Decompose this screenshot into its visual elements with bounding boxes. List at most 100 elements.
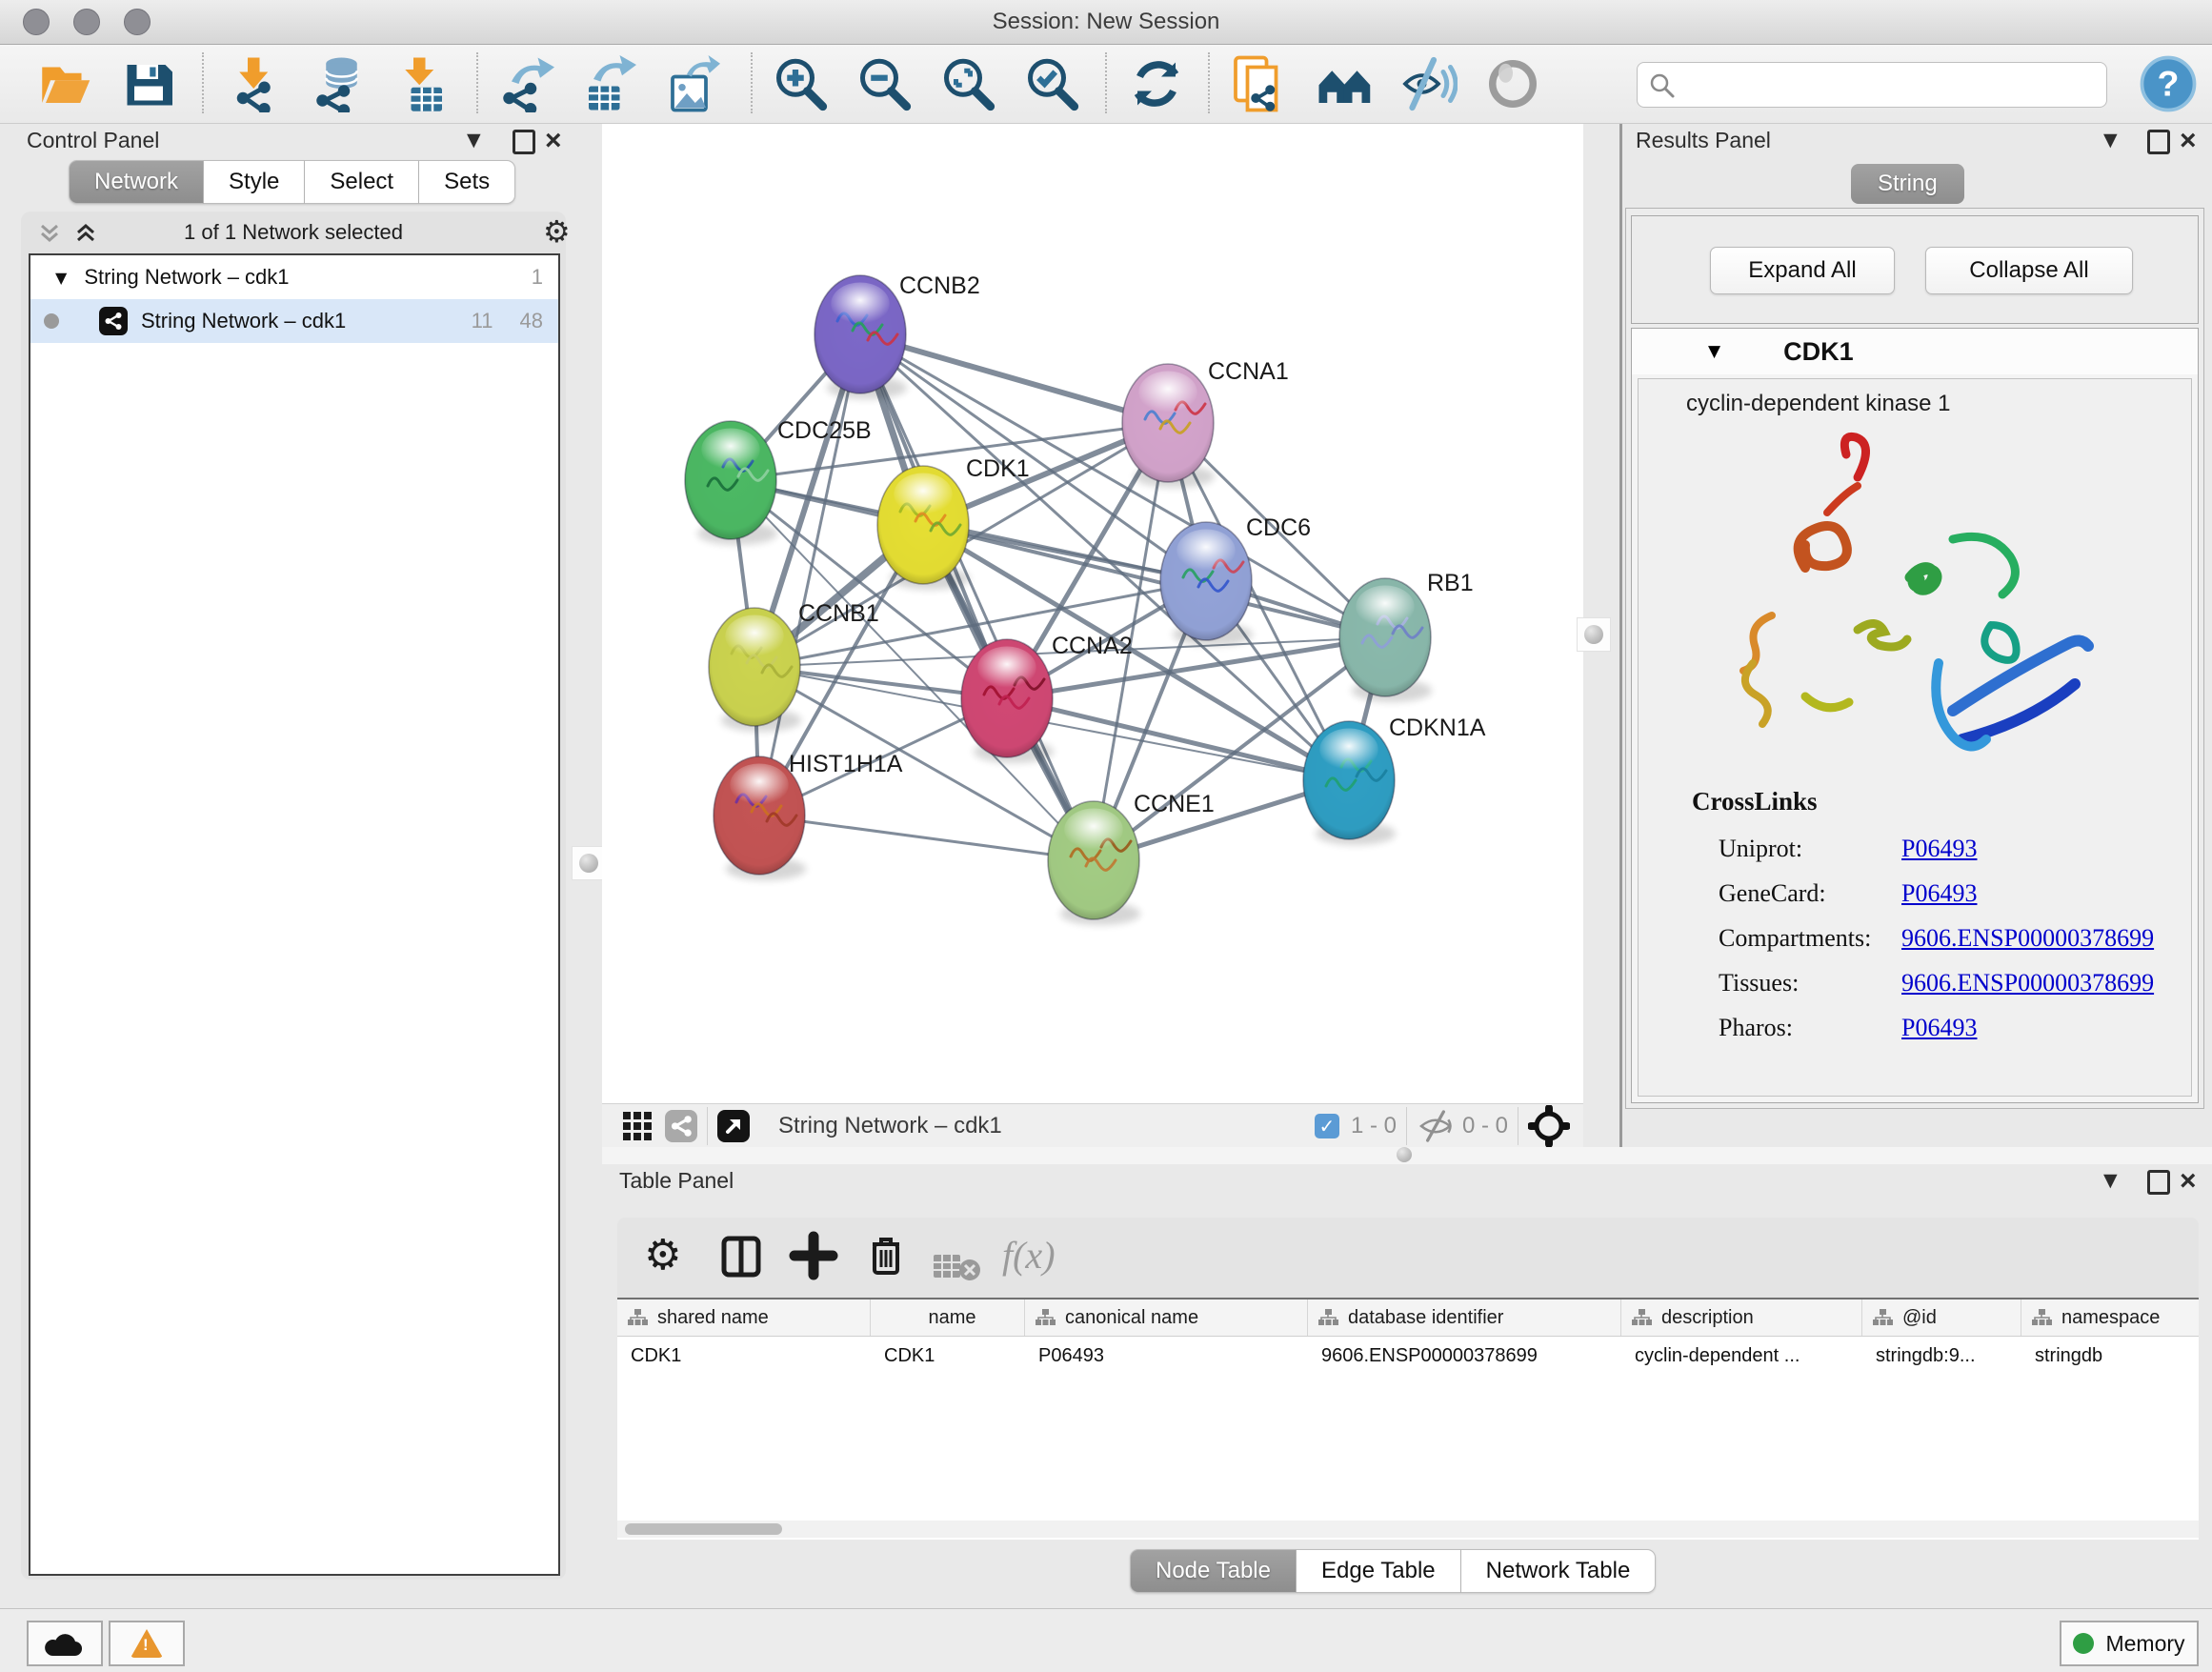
zoom-in-icon[interactable]	[772, 55, 829, 112]
expand-all-button[interactable]: Expand All	[1710, 247, 1895, 294]
results-panel-float-icon[interactable]	[2147, 130, 2170, 154]
network-node-CDC6[interactable]	[1160, 522, 1253, 646]
add-column-icon[interactable]	[789, 1231, 838, 1280]
export-image-icon[interactable]	[663, 55, 720, 112]
fit-content-target-icon[interactable]	[1528, 1105, 1570, 1147]
search-box[interactable]	[1637, 62, 2107, 108]
tab-select[interactable]: Select	[305, 160, 419, 204]
import-network-from-database-icon[interactable]	[311, 55, 368, 112]
control-panel-tabs: Network Style Select Sets	[69, 160, 515, 204]
string-app-icon	[99, 307, 128, 335]
refresh-icon[interactable]	[1128, 55, 1185, 112]
tab-node-table[interactable]: Node Table	[1130, 1549, 1297, 1593]
network-collection-row[interactable]: ▼ String Network – cdk1 1	[30, 255, 558, 299]
table-scrollbar-thumb[interactable]	[625, 1523, 782, 1535]
share-view-icon[interactable]	[665, 1110, 697, 1142]
homes-icon[interactable]	[1317, 55, 1374, 112]
control-panel-close-icon[interactable]: ×	[545, 131, 562, 151]
status-bar: ! Memory	[0, 1608, 2212, 1672]
network-options-gear-icon[interactable]: ⚙	[543, 213, 571, 250]
protein-result-box: ▼ CDK1 cyclin-dependent kinase 1 CrossLi…	[1631, 328, 2199, 1103]
memory-button[interactable]: Memory	[2060, 1621, 2199, 1666]
crosslink-link[interactable]: P06493	[1901, 879, 1977, 908]
copy-network-style-icon[interactable]	[1231, 55, 1288, 112]
network-node-CCNB1[interactable]	[709, 608, 801, 732]
zoom-selected-icon[interactable]	[1023, 55, 1080, 112]
column-header[interactable]: canonical name	[1025, 1299, 1308, 1336]
control-panel-menu-icon[interactable]: ▼	[467, 130, 481, 151]
left-splitter-handle[interactable]	[572, 846, 606, 880]
results-panel-menu-icon[interactable]: ▼	[2103, 130, 2118, 151]
right-splitter-handle[interactable]	[1577, 617, 1611, 652]
crosslink-link[interactable]: 9606.ENSP00000378699	[1901, 924, 2154, 953]
show-columns-icon[interactable]	[716, 1231, 766, 1280]
hidden-counts: 0 - 0	[1462, 1113, 1508, 1139]
tab-sets[interactable]: Sets	[419, 160, 515, 204]
hide-unhide-icon[interactable]	[1400, 55, 1458, 112]
save-session-icon[interactable]	[120, 55, 177, 112]
grid-view-icon[interactable]	[623, 1112, 652, 1140]
export-table-icon[interactable]	[579, 55, 636, 112]
network-canvas[interactable]: CCNB2CCNA1CDC25BCDK1CDC6RB1CCNB1CCNA2CDK…	[602, 124, 1583, 1103]
tab-string[interactable]: String	[1851, 164, 1964, 204]
column-header[interactable]: @id	[1862, 1299, 2021, 1336]
tab-edge-table[interactable]: Edge Table	[1297, 1549, 1461, 1593]
protein-expander-icon[interactable]: ▼	[1708, 342, 1720, 361]
crosslink-row: Compartments: 9606.ENSP00000378699	[1719, 924, 2176, 969]
table-settings-gear-icon[interactable]: ⚙	[644, 1231, 681, 1280]
tab-style[interactable]: Style	[204, 160, 305, 204]
protein-result-header[interactable]: ▼ CDK1	[1632, 329, 2198, 374]
network-node-CDC25B[interactable]	[685, 421, 777, 545]
tab-network[interactable]: Network	[69, 160, 204, 204]
open-session-icon[interactable]	[36, 55, 93, 112]
string-buttons-box: Expand All Collapse All	[1631, 215, 2199, 324]
toolbar-separator	[1105, 52, 1107, 113]
tab-network-table[interactable]: Network Table	[1461, 1549, 1657, 1593]
network-node-CCNB2[interactable]	[814, 275, 907, 399]
crosslink-label: Compartments:	[1719, 924, 1871, 952]
crosslink-link[interactable]: P06493	[1901, 1014, 1977, 1042]
network-selected-count-text: 1 of 1 Network selected	[21, 220, 566, 245]
table-row[interactable]: CDK1 CDK1 P06493 9606.ENSP00000378699 cy…	[617, 1337, 2199, 1375]
table-horizontal-scrollbar[interactable]	[617, 1521, 2199, 1538]
export-network-icon[interactable]	[497, 55, 554, 112]
collection-expander-icon[interactable]: ▼	[55, 269, 67, 287]
crosslink-link[interactable]: P06493	[1901, 835, 1977, 863]
crosslink-link[interactable]: 9606.ENSP00000378699	[1901, 969, 2154, 997]
table-panel-close-icon[interactable]: ×	[2180, 1172, 2197, 1191]
table-cell: cyclin-dependent ...	[1621, 1337, 1862, 1375]
network-node-CCNA2[interactable]	[961, 639, 1054, 763]
cloud-button[interactable]	[27, 1621, 103, 1666]
hidden-eye-icon[interactable]	[1417, 1110, 1455, 1142]
table-panel-menu-icon[interactable]: ▼	[2103, 1170, 2118, 1191]
import-table-icon[interactable]	[394, 55, 452, 112]
control-panel-float-icon[interactable]	[513, 130, 535, 154]
selected-checkbox-icon[interactable]: ✓	[1315, 1114, 1339, 1138]
control-panel-title: Control Panel	[27, 128, 159, 153]
column-header[interactable]: namespace	[2021, 1299, 2199, 1336]
zoom-out-icon[interactable]	[855, 55, 913, 112]
network-node-CCNA1[interactable]	[1122, 364, 1215, 488]
network-node-CCNE1[interactable]	[1048, 801, 1140, 925]
column-header[interactable]: name	[871, 1299, 1025, 1336]
horizontal-splitter[interactable]	[602, 1147, 2212, 1164]
results-panel-close-icon[interactable]: ×	[2180, 131, 2197, 151]
navigator-icon[interactable]	[717, 1110, 750, 1142]
network-node-RB1[interactable]	[1339, 578, 1432, 702]
collapse-all-button[interactable]: Collapse All	[1925, 247, 2133, 294]
table-panel-float-icon[interactable]	[2147, 1170, 2170, 1195]
network-row[interactable]: String Network – cdk1 11 48	[30, 299, 558, 343]
import-network-icon[interactable]	[229, 55, 286, 112]
zoom-fit-icon[interactable]	[939, 55, 996, 112]
help-icon[interactable]: ?	[2140, 55, 2197, 112]
warning-button[interactable]: !	[109, 1621, 185, 1666]
column-header[interactable]: description	[1621, 1299, 1862, 1336]
delete-column-icon[interactable]	[861, 1231, 911, 1280]
column-header[interactable]: shared name	[617, 1299, 871, 1336]
horizontal-splitter-handle[interactable]	[1397, 1147, 1412, 1162]
search-input[interactable]	[1683, 67, 2097, 101]
network-node-CDK1[interactable]	[877, 466, 970, 590]
node-table: shared name name canonical name database…	[617, 1298, 2199, 1540]
network-node-CDKN1A[interactable]	[1303, 721, 1396, 845]
column-header[interactable]: database identifier	[1308, 1299, 1621, 1336]
